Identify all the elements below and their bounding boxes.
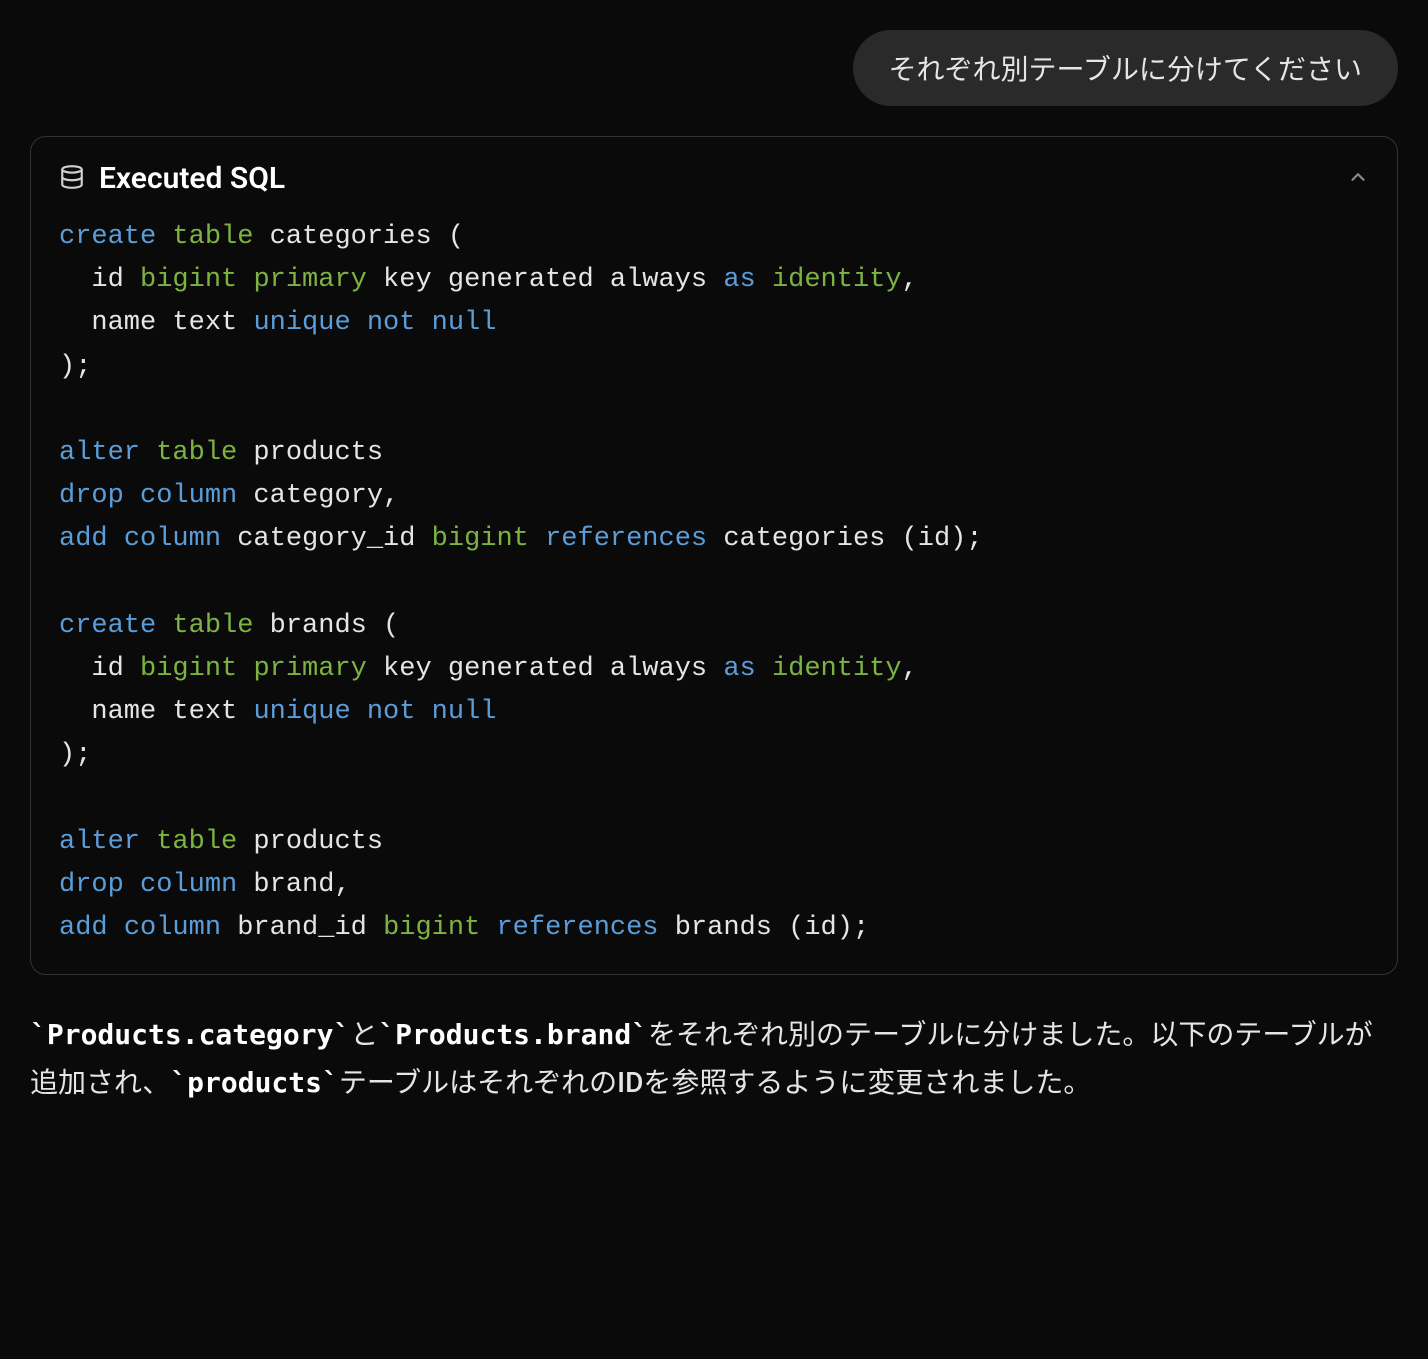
code-token: table	[172, 611, 253, 641]
code-token: primary	[253, 265, 366, 295]
code-token: table	[172, 222, 253, 252]
code-token: column	[124, 524, 221, 554]
code-token: products	[237, 438, 383, 468]
code-token: products	[237, 827, 383, 857]
sql-header-left: Executed SQL	[59, 161, 285, 196]
code-token: unique	[253, 308, 350, 338]
code-token: references	[545, 524, 707, 554]
code-token: table	[156, 827, 237, 857]
user-message-text: それぞれ別テーブルに分けてください	[889, 53, 1362, 86]
code-token: bigint	[432, 524, 529, 554]
code-token: name text	[59, 697, 253, 727]
code-token: key generated always	[367, 654, 723, 684]
code-token: add	[59, 913, 108, 943]
code-token: null	[432, 308, 497, 338]
inline-code: `products`	[170, 1066, 339, 1099]
code-token	[480, 913, 496, 943]
code-token: name text	[59, 308, 253, 338]
code-token	[124, 870, 140, 900]
code-token: identity	[772, 654, 902, 684]
code-token: brand_id	[221, 913, 383, 943]
sql-card-header[interactable]: Executed SQL	[59, 161, 1369, 196]
code-token: table	[156, 438, 237, 468]
code-token	[140, 438, 156, 468]
code-token: add	[59, 524, 108, 554]
code-token: key generated always	[367, 265, 723, 295]
code-token	[156, 222, 172, 252]
code-token	[108, 913, 124, 943]
code-token: bigint	[383, 913, 480, 943]
code-token: create	[59, 611, 156, 641]
code-token	[529, 524, 545, 554]
code-token	[124, 481, 140, 511]
code-token: unique	[253, 697, 350, 727]
code-token: column	[124, 913, 221, 943]
code-token: ,	[902, 654, 918, 684]
code-token: null	[432, 697, 497, 727]
inline-code: `Products.brand`	[378, 1018, 648, 1051]
database-icon	[59, 164, 85, 194]
code-token	[108, 524, 124, 554]
code-token: identity	[772, 265, 902, 295]
code-token: id	[59, 265, 140, 295]
code-token	[237, 265, 253, 295]
code-token: create	[59, 222, 156, 252]
inline-code: `Products.category`	[30, 1018, 350, 1051]
code-token	[156, 611, 172, 641]
user-message-row: それぞれ別テーブルに分けてください	[30, 30, 1398, 106]
sql-code-block: create table categories ( id bigint prim…	[59, 216, 1369, 950]
code-token: column	[140, 870, 237, 900]
explanation-text: テーブルはそれぞれのIDを参照するように変更されました。	[339, 1066, 1092, 1099]
code-token	[351, 308, 367, 338]
code-token: bigint	[140, 265, 237, 295]
code-token: primary	[253, 654, 366, 684]
code-token	[756, 654, 772, 684]
code-token: drop	[59, 870, 124, 900]
code-token: );	[59, 740, 91, 770]
code-token	[756, 265, 772, 295]
code-token: category_id	[221, 524, 432, 554]
user-message: それぞれ別テーブルに分けてください	[853, 30, 1398, 106]
code-token: categories (id);	[707, 524, 982, 554]
executed-sql-card: Executed SQL create table categories ( i…	[30, 136, 1398, 975]
code-token	[140, 827, 156, 857]
code-token: brands (id);	[659, 913, 870, 943]
code-token: brand,	[237, 870, 350, 900]
code-token: alter	[59, 827, 140, 857]
chevron-up-icon[interactable]	[1347, 166, 1369, 192]
code-token: category,	[237, 481, 399, 511]
code-token	[415, 308, 431, 338]
code-token: brands (	[253, 611, 399, 641]
code-token: );	[59, 352, 91, 382]
code-token: column	[140, 481, 237, 511]
code-token: id	[59, 654, 140, 684]
sql-card-title: Executed SQL	[99, 161, 285, 196]
code-token: not	[367, 308, 416, 338]
code-token: categories (	[253, 222, 464, 252]
code-token: not	[367, 697, 416, 727]
code-token: drop	[59, 481, 124, 511]
code-token: references	[496, 913, 658, 943]
assistant-explanation: `Products.category`と`Products.brand`をそれぞ…	[30, 1011, 1398, 1106]
explanation-text: と	[350, 1018, 378, 1051]
code-token	[351, 697, 367, 727]
code-token	[237, 654, 253, 684]
code-token: as	[723, 265, 755, 295]
code-token	[415, 697, 431, 727]
code-token: alter	[59, 438, 140, 468]
code-token: bigint	[140, 654, 237, 684]
code-token: ,	[902, 265, 918, 295]
code-token: as	[723, 654, 755, 684]
